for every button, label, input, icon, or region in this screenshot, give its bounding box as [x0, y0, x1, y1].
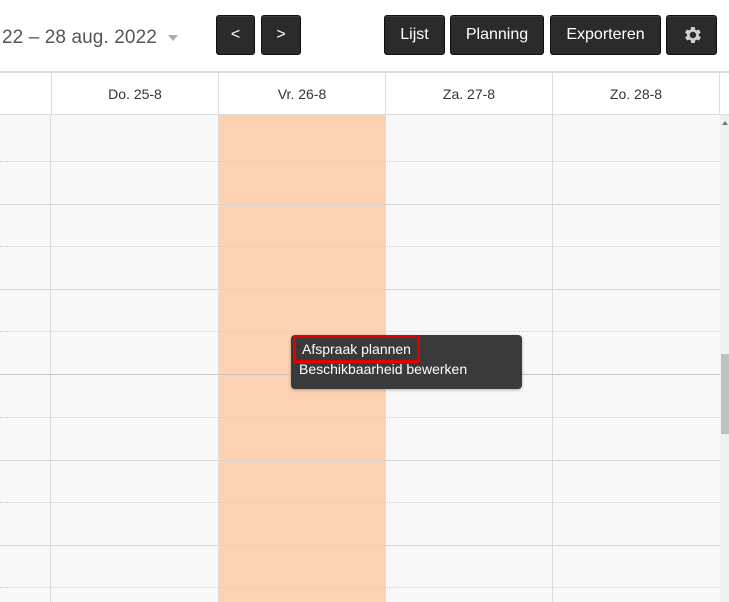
- scroll-up-icon[interactable]: [722, 121, 728, 125]
- hour-line: [0, 204, 720, 205]
- half-hour-line: [0, 161, 720, 162]
- list-view-button[interactable]: Lijst: [384, 15, 445, 55]
- hour-line: [0, 460, 720, 461]
- half-hour-line: [0, 502, 720, 503]
- context-menu: Afspraak plannen Beschikbaarheid bewerke…: [291, 335, 522, 389]
- date-range-label[interactable]: 22 – 28 aug. 2022: [2, 27, 157, 49]
- half-hour-line: [0, 417, 720, 418]
- day-header-sat[interactable]: Za. 27-8: [385, 73, 552, 115]
- settings-button[interactable]: [666, 15, 717, 55]
- caret-down-icon[interactable]: [168, 35, 178, 41]
- half-hour-line: [0, 331, 720, 332]
- half-hour-line: [0, 246, 720, 247]
- day-header-sun[interactable]: Zo. 28-8: [552, 73, 720, 115]
- time-column-header: [0, 73, 51, 115]
- previous-week-button[interactable]: <: [216, 15, 255, 55]
- half-hour-line: [0, 587, 720, 588]
- hour-line: [0, 545, 720, 546]
- scrollbar-thumb[interactable]: [721, 354, 729, 434]
- menu-item-edit-availability[interactable]: Beschikbaarheid bewerken: [291, 358, 522, 380]
- planning-view-button[interactable]: Planning: [450, 15, 544, 55]
- menu-item-row: Afspraak plannen: [291, 335, 522, 363]
- next-week-button[interactable]: >: [261, 15, 301, 55]
- calendar-header: Do. 25-8 Vr. 26-8 Za. 27-8 Zo. 28-8: [0, 71, 729, 115]
- toolbar: 22 – 28 aug. 2022 < > Lijst Planning Exp…: [0, 0, 729, 72]
- gear-icon: [684, 27, 701, 43]
- day-header-thu[interactable]: Do. 25-8: [51, 73, 218, 115]
- export-button[interactable]: Exporteren: [550, 15, 661, 55]
- column-divider: [552, 115, 553, 602]
- column-divider: [50, 115, 51, 602]
- day-header-fri[interactable]: Vr. 26-8: [218, 73, 385, 115]
- vertical-scrollbar[interactable]: [720, 115, 729, 602]
- hour-line: [0, 289, 720, 290]
- column-divider: [218, 115, 219, 602]
